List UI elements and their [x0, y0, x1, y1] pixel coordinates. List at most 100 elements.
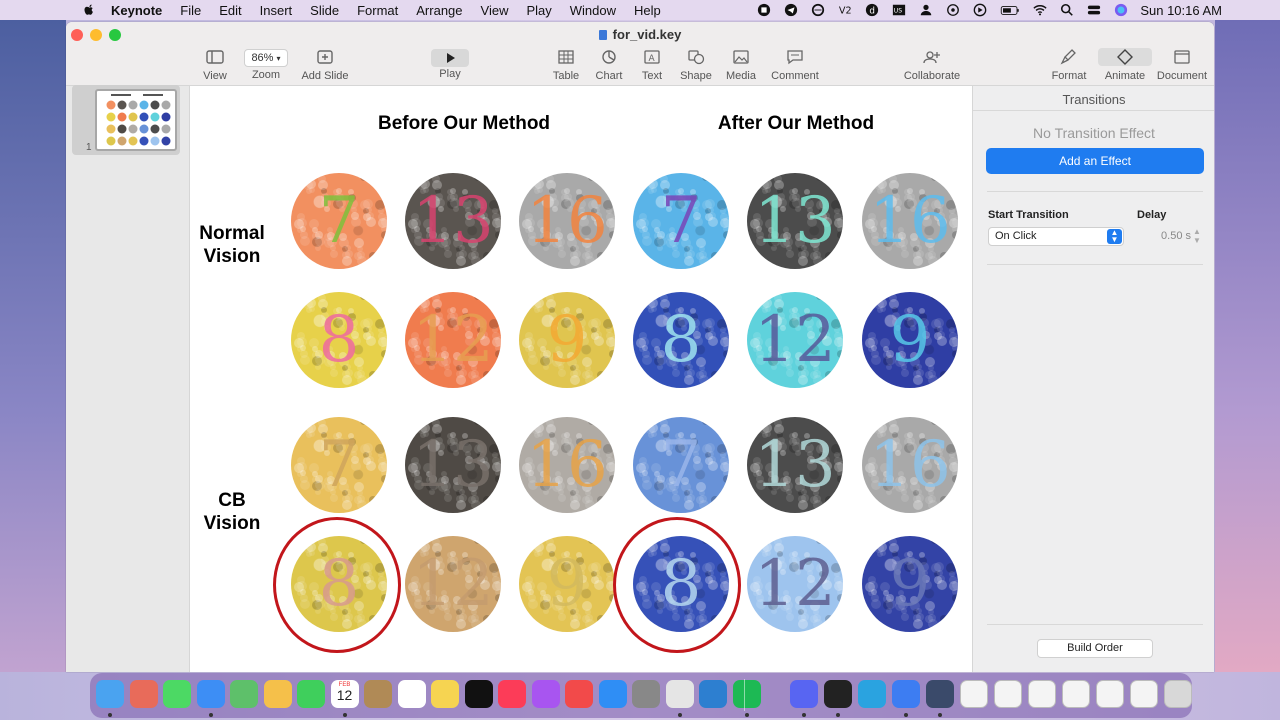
spotlight-search-icon[interactable]	[1059, 3, 1075, 17]
minimized-window-icon[interactable]	[1130, 680, 1158, 708]
menu-edit[interactable]: Edit	[210, 3, 250, 18]
table-button[interactable]: Table	[551, 48, 581, 82]
color-plate[interactable]: 7	[633, 173, 729, 269]
color-plate[interactable]: 16	[519, 173, 615, 269]
airdrop-icon[interactable]	[945, 3, 961, 17]
app-store-icon[interactable]	[598, 680, 627, 708]
color-plate[interactable]: 12	[405, 536, 501, 632]
quicktime-icon[interactable]	[926, 680, 954, 708]
color-plate[interactable]: 13	[405, 417, 501, 513]
view-button[interactable]: View	[200, 48, 230, 82]
document-button[interactable]: Document	[1156, 48, 1208, 82]
siri-icon[interactable]	[1113, 3, 1129, 17]
menu-insert[interactable]: Insert	[251, 3, 302, 18]
color-plate[interactable]: 8	[633, 292, 729, 388]
terminal-icon[interactable]	[824, 680, 852, 708]
play-button[interactable]: Play	[430, 49, 470, 80]
calendar-icon[interactable]: FEB 12	[330, 680, 359, 708]
color-plate[interactable]: 7	[633, 417, 729, 513]
input-source-icon[interactable]: US	[891, 3, 907, 17]
discord-icon[interactable]	[790, 680, 818, 708]
minimized-window-icon[interactable]	[994, 680, 1022, 708]
color-plate[interactable]: 13	[747, 417, 843, 513]
color-plate[interactable]: 12	[747, 292, 843, 388]
chart-button[interactable]: Chart	[593, 48, 625, 82]
zoom-select[interactable]: 86% ▾	[244, 49, 288, 67]
start-transition-select[interactable]: On Click ▲ ▼	[988, 227, 1124, 246]
build-order-button[interactable]: Build Order	[1037, 639, 1153, 658]
notes-app-icon[interactable]	[364, 680, 392, 708]
telegram-status-icon[interactable]	[783, 3, 799, 17]
color-plate[interactable]: 9	[519, 292, 615, 388]
reminders-icon[interactable]	[397, 680, 426, 708]
menu-file[interactable]: File	[171, 3, 210, 18]
notes-icon[interactable]	[431, 680, 459, 708]
menu-help[interactable]: Help	[625, 3, 670, 18]
user-icon[interactable]	[918, 3, 934, 17]
battery-icon[interactable]	[999, 3, 1021, 17]
menu-window[interactable]: Window	[561, 3, 625, 18]
color-plate[interactable]: 9	[862, 292, 958, 388]
color-plate[interactable]: 16	[862, 173, 958, 269]
format-button[interactable]: Format	[1050, 48, 1088, 82]
minimized-window-icon[interactable]	[960, 680, 988, 708]
menu-slide[interactable]: Slide	[301, 3, 348, 18]
minimized-window-icon[interactable]	[1028, 680, 1056, 708]
text-button[interactable]: A Text	[640, 48, 664, 82]
slide-canvas[interactable]: Before Our Method After Our Method Norma…	[190, 86, 972, 672]
color-plate[interactable]: 13	[405, 173, 501, 269]
add-effect-button[interactable]: Add an Effect	[986, 148, 1204, 174]
trash-icon[interactable]	[1164, 680, 1192, 708]
system-preferences-icon[interactable]	[632, 680, 660, 708]
slide-thumbnail[interactable]	[95, 89, 177, 151]
menu-arrange[interactable]: Arrange	[407, 3, 471, 18]
d-icon[interactable]: d	[864, 3, 880, 17]
color-plate[interactable]: 16	[862, 417, 958, 513]
record-icon[interactable]	[756, 3, 772, 17]
color-plate[interactable]: 7	[291, 417, 387, 513]
keynote-icon[interactable]	[892, 680, 920, 708]
delay-field[interactable]: 0.50 s	[1137, 227, 1191, 246]
vscode-icon[interactable]	[699, 680, 727, 708]
comment-button[interactable]: Comment	[770, 48, 820, 82]
color-plate[interactable]: 8	[291, 292, 387, 388]
wifi-icon[interactable]	[1032, 3, 1048, 17]
animate-button[interactable]: Animate	[1098, 48, 1152, 82]
telegram-icon[interactable]	[858, 680, 886, 708]
inspector-tab-transitions[interactable]: Transitions	[973, 92, 1214, 107]
v2-icon[interactable]: V2	[837, 3, 853, 17]
minimized-window-icon[interactable]	[1096, 680, 1124, 708]
control-center-icon[interactable]	[1086, 3, 1102, 17]
collaborate-button[interactable]: Collaborate	[900, 48, 964, 82]
color-plate[interactable]: 9	[862, 536, 958, 632]
color-plate[interactable]: 13	[747, 173, 843, 269]
shape-button[interactable]: Shape	[679, 48, 713, 82]
photos-icon[interactable]	[263, 680, 292, 708]
vpn-icon[interactable]	[810, 3, 826, 17]
menu-view[interactable]: View	[472, 3, 518, 18]
color-plate[interactable]: 7	[291, 173, 387, 269]
menubar-clock[interactable]: Sun 10:16 AM	[1140, 3, 1222, 18]
color-plate[interactable]: 16	[519, 417, 615, 513]
color-plate[interactable]: 12	[747, 536, 843, 632]
apple-tv-icon[interactable]	[464, 680, 493, 708]
now-playing-icon[interactable]	[972, 3, 988, 17]
music-icon[interactable]	[498, 680, 526, 708]
menu-play[interactable]: Play	[517, 3, 560, 18]
messages-icon[interactable]	[163, 680, 191, 708]
spotify-icon[interactable]	[732, 680, 761, 708]
zoom-control[interactable]: 86% ▾ Zoom	[242, 49, 290, 81]
color-plate[interactable]: 9	[519, 536, 615, 632]
minimized-window-icon[interactable]	[1062, 680, 1090, 708]
facetime-icon[interactable]	[297, 680, 325, 708]
launchpad-icon[interactable]	[129, 680, 158, 708]
menu-app-name[interactable]: Keynote	[102, 3, 171, 18]
podcasts-icon[interactable]	[531, 680, 560, 708]
add-slide-button[interactable]: Add Slide	[300, 48, 350, 82]
chrome-icon[interactable]	[665, 680, 694, 708]
finder-icon[interactable]	[96, 680, 124, 708]
delay-stepper[interactable]: ▲ ▼	[1192, 227, 1202, 246]
apple-icon[interactable]	[82, 3, 96, 17]
menu-format[interactable]: Format	[348, 3, 407, 18]
color-plate[interactable]: 12	[405, 292, 501, 388]
